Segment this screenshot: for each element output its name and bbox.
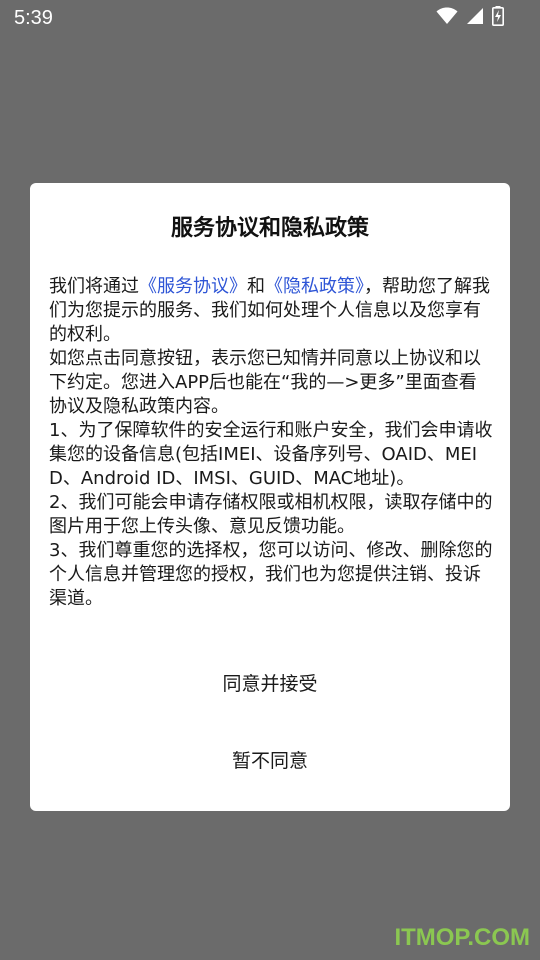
consent-paragraph: 如您点击同意按钮，表示您已知情并同意以上协议和以下约定。您进入APP后也能在“我… xyxy=(49,348,481,417)
intro-paragraph: 我们将通过《服务协议》和《隐私政策》，帮助您了解我们为您提示的服务、我们如何处理… xyxy=(49,275,494,347)
decline-button[interactable]: 暂不同意 xyxy=(30,739,510,783)
intro-text-before: 我们将通过 xyxy=(49,276,139,297)
user-rights-paragraph: 3、我们尊重您的选择权，您可以访问、修改、删除您的个人信息并管理您的授权，我们也… xyxy=(49,540,493,609)
wifi-icon xyxy=(436,7,458,25)
status-icons xyxy=(436,6,504,26)
status-bar: 5:39 xyxy=(0,0,540,36)
storage-permission-paragraph: 2、我们可能会申请存储权限或相机权限，读取存储中的图片用于您上传头像、意见反馈功… xyxy=(49,492,493,537)
agree-button[interactable]: 同意并接受 xyxy=(30,662,510,706)
status-time: 5:39 xyxy=(14,7,53,29)
cell-signal-icon xyxy=(466,7,484,25)
watermark-logo: ITMOP.COM xyxy=(394,924,530,951)
device-info-paragraph: 1、为了保障软件的安全运行和账户安全，我们会申请收集您的设备信息(包括IMEI、… xyxy=(49,420,493,489)
dialog-body: 我们将通过《服务协议》和《隐私政策》，帮助您了解我们为您提示的服务、我们如何处理… xyxy=(49,275,494,611)
privacy-policy-link[interactable]: 《隐私政策》 xyxy=(265,276,364,297)
battery-charging-icon xyxy=(492,6,504,26)
privacy-dialog: 服务协议和隐私政策 我们将通过《服务协议》和《隐私政策》，帮助您了解我们为您提示… xyxy=(30,183,510,811)
dialog-title: 服务协议和隐私政策 xyxy=(170,216,369,241)
intro-text-mid: 和 xyxy=(247,276,265,297)
service-agreement-link[interactable]: 《服务协议》 xyxy=(139,276,247,297)
